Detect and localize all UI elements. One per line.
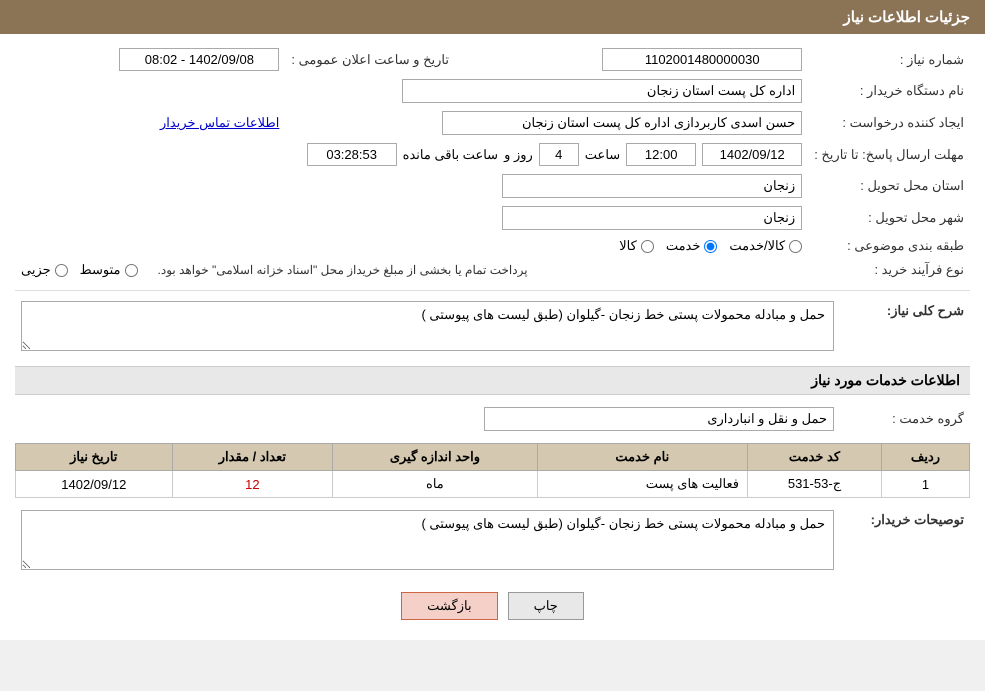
ostan-box: زنجان (502, 174, 802, 198)
radio-khedmat-option: خدمت (666, 238, 718, 254)
page-header: جزئیات اطلاعات نیاز (0, 0, 985, 34)
mohlat-roz-box: 4 (539, 143, 579, 166)
ostan-label: استان محل تحویل : (808, 170, 970, 202)
radio-jozvi-label: جزیی (21, 262, 51, 278)
radio-khedmat[interactable] (704, 240, 717, 253)
shomara-niaz-box: 1102001480000030 (602, 48, 802, 71)
ijad-value: حسن اسدی کاربردازی اداره کل پست استان زن… (285, 107, 808, 139)
shahr-box: زنجان (502, 206, 802, 230)
sharh-label: شرح کلی نیاز: (840, 297, 970, 358)
page-wrapper: جزئیات اطلاعات نیاز شماره نیاز : 1102001… (0, 0, 985, 640)
ettelaat-khadamat-title: اطلاعات خدمات مورد نیاز (15, 366, 970, 395)
button-row: چاپ بازگشت (15, 592, 970, 620)
radio-motevaset[interactable] (125, 264, 138, 277)
radio-kala-khedmat-label: کالا/خدمت (729, 238, 785, 254)
radio-kala-label: کالا (619, 238, 637, 254)
ijad-label: ایجاد کننده درخواست : (808, 107, 970, 139)
cell-tarikh_niaz: 1402/09/12 (16, 471, 173, 498)
shomara-niaz-label: شماره نیاز : (808, 44, 970, 75)
ettelaat-link[interactable]: اطلاعات تماس خریدار (160, 115, 279, 130)
col-tarikh: تاریخ نیاز (16, 444, 173, 471)
col-nam: نام خدمت (537, 444, 747, 471)
tosifat-label: توصیحات خریدار: (840, 506, 970, 577)
sharh-table: شرح کلی نیاز: (15, 297, 970, 358)
noue-farayand-row: متوسط جزیی پرداخت تمام یا بخشی از مبلغ خ… (15, 258, 808, 282)
tabaqe-radios: کالا/خدمت خدمت کالا (15, 234, 808, 258)
grouh-value-cell: حمل و نقل و انبارداری (15, 403, 840, 435)
col-tedad: تعداد / مقدار (172, 444, 333, 471)
nam-dastgah-label: نام دستگاه خریدار : (808, 75, 970, 107)
radio-kala-khedmat[interactable] (789, 240, 802, 253)
tosifat-table: توصیحات خریدار: (15, 506, 970, 577)
radio-jozvi-option: جزیی (21, 262, 68, 278)
col-vahid: واحد اندازه گیری (333, 444, 537, 471)
tarikh-saeat-label: تاریخ و ساعت اعلان عمومی : (285, 44, 455, 75)
ijad-box: حسن اسدی کاربردازی اداره کل پست استان زن… (442, 111, 802, 135)
mohlat-row: 03:28:53 ساعت باقی مانده روز و 4 ساعت 12… (15, 139, 808, 170)
mohlat-saeat-label: ساعت (585, 147, 620, 163)
radio-kala-option: کالا (619, 238, 654, 254)
radio-motevaset-label: متوسط (80, 262, 121, 278)
tarikh-saeat-value: 1402/09/08 - 08:02 (15, 44, 285, 75)
print-button[interactable]: چاپ (508, 592, 584, 620)
main-content: شماره نیاز : 1102001480000030 تاریخ و سا… (0, 34, 985, 640)
ostan-value: زنجان (15, 170, 808, 202)
notice-text: پرداخت تمام یا بخشی از مبلغ خریداز محل "… (158, 263, 528, 277)
tosifat-value-cell (15, 506, 840, 577)
cell-vahid_andaze: ماه (333, 471, 537, 498)
mohlat-saeat-box: 12:00 (626, 143, 696, 166)
tabaqe-label: طبقه بندی موضوعی : (808, 234, 970, 258)
tarikh-saeat-box: 1402/09/08 - 08:02 (119, 48, 279, 71)
mohlat-roz-label: روز و (504, 147, 533, 163)
table-row: 1ج-53-531فعالیت های پستماه121402/09/12 (16, 471, 970, 498)
mohlat-baqi-label: ساعت باقی مانده (403, 147, 498, 163)
radio-khedmat-label: خدمت (666, 238, 701, 254)
radio-kala[interactable] (641, 240, 654, 253)
noue-farayand-label: نوع فرآیند خرید : (808, 258, 970, 282)
radio-kala-khedmat-option: کالا/خدمت (729, 238, 802, 254)
mohlat-date-box: 1402/09/12 (702, 143, 802, 166)
cell-tedad_megdar: 12 (172, 471, 333, 498)
nam-dastgah-value: اداره کل پست استان زنجان (15, 75, 808, 107)
header-title: جزئیات اطلاعات نیاز (844, 9, 971, 26)
cell-radif: 1 (881, 471, 969, 498)
shahr-label: شهر محل تحویل : (808, 202, 970, 234)
cell-kod_khadamat: ج-53-531 (747, 471, 881, 498)
back-button[interactable]: بازگشت (401, 592, 497, 620)
sharh-value-cell (15, 297, 840, 358)
shomara-niaz-value: 1102001480000030 (475, 44, 808, 75)
tosifat-textarea[interactable] (21, 510, 834, 570)
grouh-table: گروه خدمت : حمل و نقل و انبارداری (15, 403, 970, 435)
shahr-value: زنجان (15, 202, 808, 234)
grouh-label: گروه خدمت : (840, 403, 970, 435)
nam-dastgah-box: اداره کل پست استان زنجان (402, 79, 802, 103)
mohlat-baqi-box: 03:28:53 (307, 143, 397, 166)
divider-1 (15, 290, 970, 291)
sharh-textarea[interactable] (21, 301, 834, 351)
radio-jozvi[interactable] (55, 264, 68, 277)
col-radif: ردیف (881, 444, 969, 471)
services-table: ردیف کد خدمت نام خدمت واحد اندازه گیری ت… (15, 443, 970, 498)
mohlat-label: مهلت ارسال پاسخ: تا تاریخ : (808, 139, 970, 170)
col-kod: کد خدمت (747, 444, 881, 471)
info-table: شماره نیاز : 1102001480000030 تاریخ و سا… (15, 44, 970, 282)
radio-motevaset-option: متوسط (80, 262, 138, 278)
cell-nam_khadamat: فعالیت های پست (537, 471, 747, 498)
grouh-value-box: حمل و نقل و انبارداری (484, 407, 834, 431)
